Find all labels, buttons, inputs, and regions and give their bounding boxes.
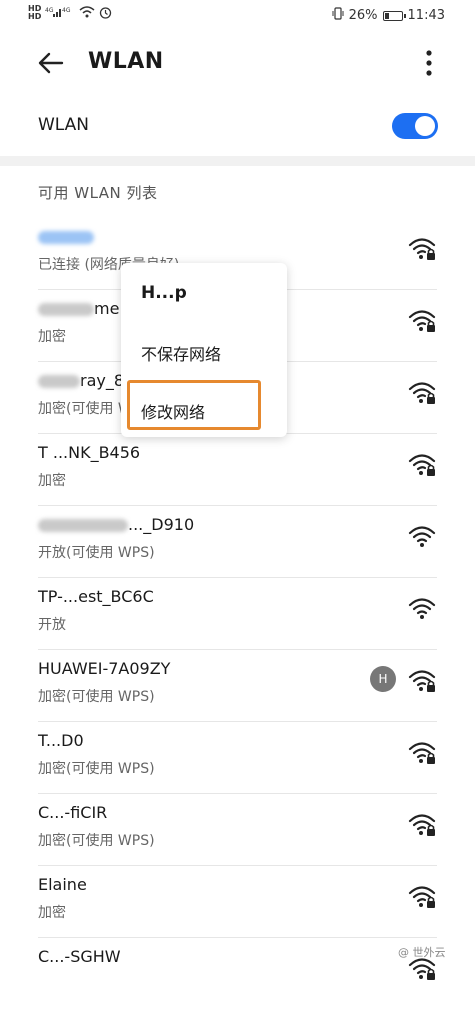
- network-row[interactable]: C...-fiCIR 加密(可使用 WPS): [0, 794, 475, 866]
- section-divider: [0, 156, 475, 166]
- network-row[interactable]: ..._D910 开放(可使用 WPS): [0, 506, 475, 578]
- network-status: 开放(可使用 WPS): [38, 545, 155, 561]
- network-ssid: [38, 227, 94, 246]
- wifi-locked-icon: [408, 812, 436, 838]
- clock: 11:43: [407, 8, 445, 23]
- back-arrow-icon[interactable]: [36, 48, 66, 78]
- app-header: WLAN: [0, 36, 475, 92]
- wifi-locked-icon: [408, 452, 436, 478]
- wifi-status-icon: [79, 6, 95, 20]
- network-ssid: HUAWEI-7A09ZY: [38, 659, 171, 678]
- toggle-knob: [415, 116, 435, 136]
- network-status: 开放: [38, 617, 66, 633]
- network-ssid: T...D0: [38, 731, 84, 750]
- available-networks-title: 可用 WLAN 列表: [38, 184, 158, 202]
- svg-text:4G: 4G: [62, 7, 71, 14]
- network-ssid: ray_8: [38, 371, 124, 390]
- wifi-locked-icon: [408, 740, 436, 766]
- status-right: 26% 11:43: [332, 7, 445, 24]
- page-title: WLAN: [88, 49, 164, 74]
- more-options-icon[interactable]: [420, 46, 438, 80]
- network-row[interactable]: T ...NK_B456 加密: [0, 434, 475, 506]
- battery-icon: [382, 10, 406, 21]
- hilink-badge-icon: H: [370, 666, 396, 692]
- wifi-locked-icon: [408, 380, 436, 406]
- network-ssid: Elaine: [38, 875, 87, 894]
- alarm-icon: [99, 6, 112, 21]
- network-ssid: ..._D910: [38, 515, 194, 534]
- network-status: 加密(可使用 WPS): [38, 833, 155, 849]
- wifi-locked-icon: [408, 308, 436, 334]
- status-bar: HD HD 4G 4G 26% 11:43: [0, 0, 475, 30]
- wifi-locked-icon: [408, 668, 436, 694]
- highlight-box: [127, 380, 261, 430]
- network-status: 加密(可使用 WPS): [38, 761, 155, 777]
- battery-percent: 26%: [348, 8, 378, 23]
- network-ssid: TP-...est_BC6C: [38, 587, 154, 606]
- network-status: 加密: [38, 473, 66, 489]
- wlan-toggle-row: WLAN: [0, 100, 475, 154]
- wifi-locked-icon: [408, 236, 436, 262]
- network-ssid: C...-SGHW: [38, 947, 121, 966]
- vibrate-icon: [332, 7, 344, 24]
- network-ssid: me: [38, 299, 119, 318]
- menu-item-forget-network[interactable]: 不保存网络: [141, 341, 221, 365]
- signal-icon: 4G 4G: [45, 6, 75, 20]
- svg-text:4G: 4G: [45, 7, 54, 14]
- network-status: 加密: [38, 329, 66, 345]
- network-row[interactable]: TP-...est_BC6C 开放: [0, 578, 475, 650]
- watermark: @ 世外云: [398, 946, 446, 959]
- status-left: HD HD 4G 4G: [28, 5, 112, 21]
- network-row[interactable]: HUAWEI-7A09ZY 加密(可使用 WPS) H: [0, 650, 475, 722]
- network-ssid: T ...NK_B456: [38, 443, 141, 462]
- menu-network-title: H...p: [141, 283, 187, 303]
- network-row[interactable]: Elaine 加密: [0, 866, 475, 938]
- wlan-toggle-label: WLAN: [38, 115, 90, 135]
- wlan-toggle-switch[interactable]: [392, 113, 438, 139]
- wifi-open-icon: [408, 596, 436, 622]
- network-ssid: C...-fiCIR: [38, 803, 108, 822]
- network-status: 加密(可使用 WPS): [38, 689, 155, 705]
- wifi-open-icon: [408, 524, 436, 550]
- network-status: 加密: [38, 905, 66, 921]
- hd-indicator: HD HD: [28, 4, 42, 21]
- network-row[interactable]: T...D0 加密(可使用 WPS): [0, 722, 475, 794]
- wifi-locked-icon: [408, 884, 436, 910]
